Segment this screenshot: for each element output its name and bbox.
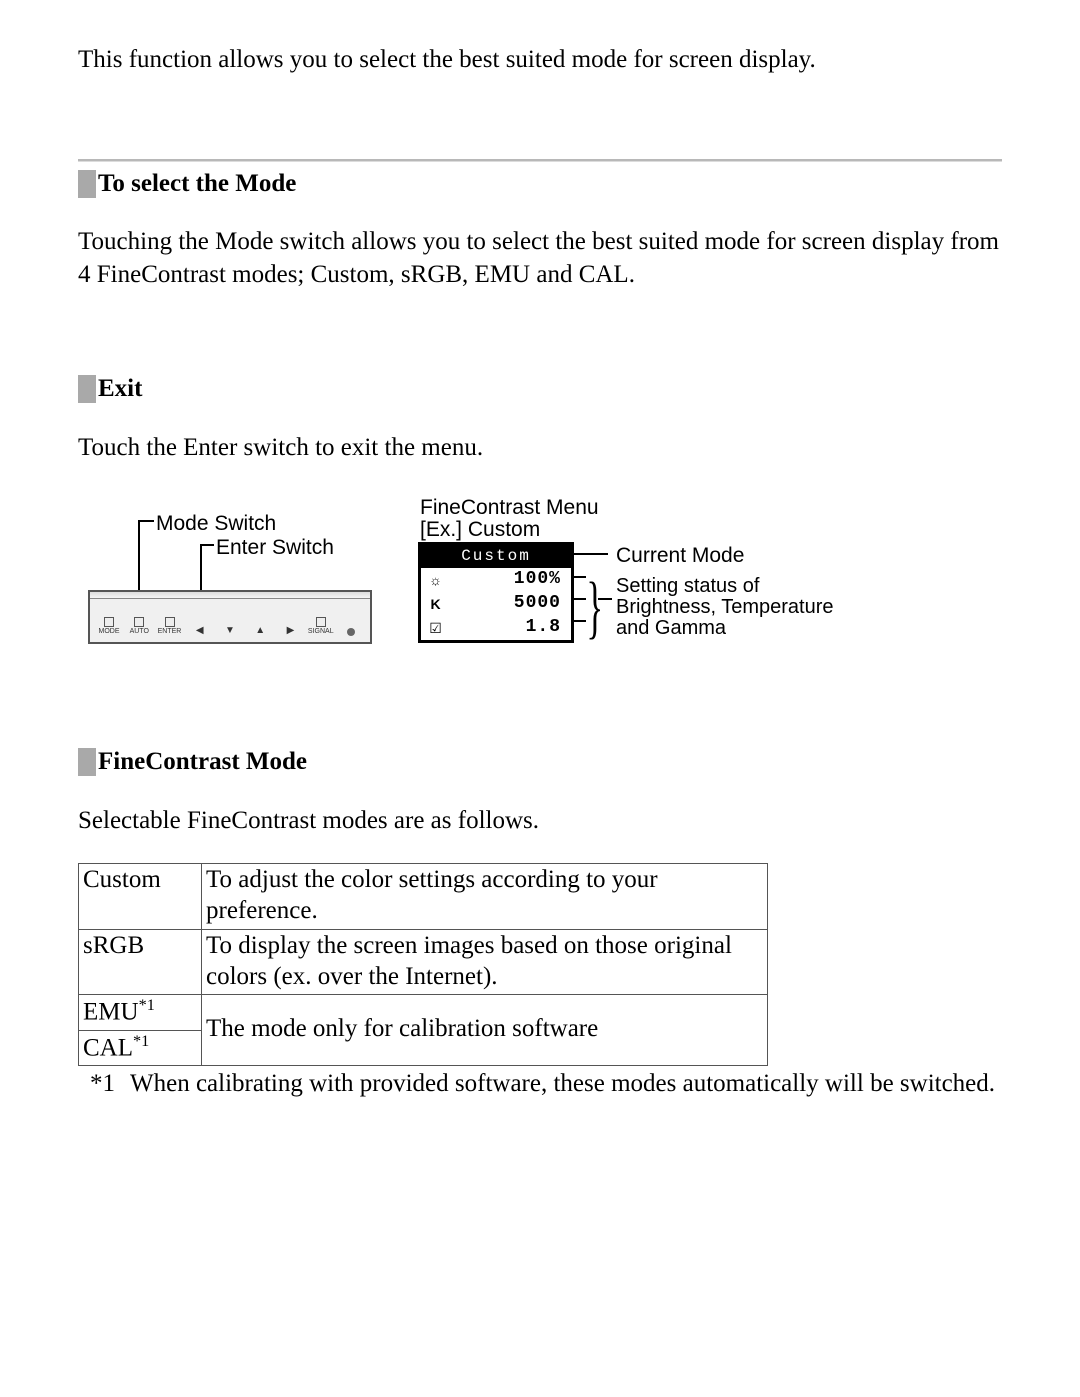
mode-desc: To adjust the color settings according t…: [202, 864, 768, 930]
heading-select-mode: To select the Mode: [78, 168, 1002, 201]
bezel-btn-auto: AUTO: [130, 627, 149, 636]
power-led-icon: [347, 628, 355, 636]
heading-text: Exit: [98, 373, 142, 406]
bezel-btn-mode: MODE: [99, 627, 120, 636]
osd-gamma: 1.8: [445, 616, 565, 639]
label-settings-status: Setting status of Brightness, Temperatur…: [616, 576, 856, 639]
osd-title: Custom: [421, 545, 571, 568]
mode-name-emu: EMU*1: [79, 995, 202, 1031]
heading-exit: Exit: [78, 373, 1002, 406]
heading-marker-icon: [78, 170, 96, 198]
osd-brightness: 100%: [445, 568, 565, 591]
mode-desc-calibration: The mode only for calibration software: [202, 995, 768, 1066]
arrow-up-icon: ▲: [255, 626, 265, 636]
heading-marker-icon: [78, 375, 96, 403]
label-enter-switch: Enter Switch: [216, 534, 334, 561]
arrow-right-icon: ▶: [287, 626, 295, 636]
bezel-btn-enter: ENTER: [158, 627, 182, 636]
heading-text: FineContrast Mode: [98, 746, 307, 779]
footnote-text: When calibrating with provided software,…: [130, 1068, 1002, 1101]
exit-paragraph: Touch the Enter switch to exit the menu.: [78, 432, 1002, 465]
brightness-icon: ☼: [425, 571, 445, 589]
arrow-down-icon: ▼: [225, 626, 235, 636]
heading-marker-icon: [78, 748, 96, 776]
intro-paragraph: This function allows you to select the b…: [78, 44, 1002, 77]
table-row: Custom To adjust the color settings acco…: [79, 864, 768, 930]
bezel-btn-signal: SIGNAL: [308, 627, 334, 636]
table-row: EMU*1 The mode only for calibration soft…: [79, 995, 768, 1031]
gamma-icon: ☑: [425, 619, 445, 637]
footnote-mark: *1: [90, 1068, 130, 1101]
mode-name: sRGB: [79, 929, 202, 995]
monitor-bezel: MODE AUTO ENTER ◀ ▼ ▲ ▶ SIGNAL: [88, 590, 372, 644]
osd-temperature: 5000: [445, 592, 565, 615]
finecontrast-paragraph: Selectable FineContrast modes are as fol…: [78, 805, 1002, 838]
table-row: sRGB To display the screen images based …: [79, 929, 768, 995]
finecontrast-modes-table: Custom To adjust the color settings acco…: [78, 863, 768, 1066]
label-menu-line2: [Ex.] Custom: [420, 516, 540, 543]
heading-finecontrast-mode: FineContrast Mode: [78, 746, 1002, 779]
arrow-left-icon: ◀: [196, 626, 204, 636]
label-current-mode: Current Mode: [616, 542, 744, 569]
temperature-icon: K: [425, 595, 445, 613]
mode-name: Custom: [79, 864, 202, 930]
finecontrast-figure: Mode Switch Enter Switch MODE AUTO ENTER…: [88, 490, 860, 650]
osd-window: Custom ☼ 100% K 5000 ☑ 1.8: [418, 542, 574, 643]
rule: [78, 159, 1002, 162]
select-mode-paragraph: Touching the Mode switch allows you to s…: [78, 226, 1002, 291]
mode-desc: To display the screen images based on th…: [202, 929, 768, 995]
heading-text: To select the Mode: [98, 168, 296, 201]
mode-name-cal: CAL*1: [79, 1030, 202, 1066]
footnote: *1 When calibrating with provided softwa…: [78, 1068, 1002, 1101]
